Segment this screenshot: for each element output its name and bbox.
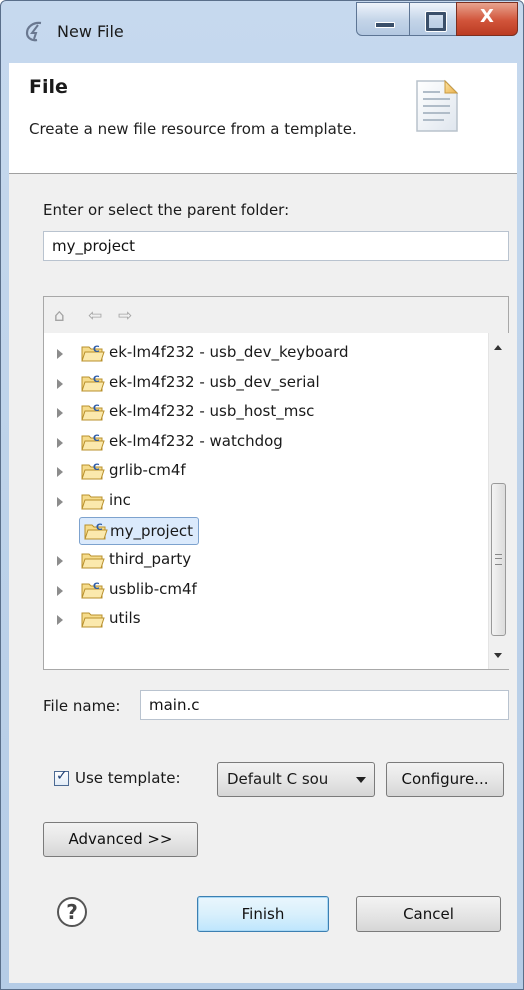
cancel-button[interactable]: Cancel (356, 896, 501, 932)
expand-arrow-icon[interactable] (57, 437, 63, 448)
help-icon[interactable]: ? (57, 897, 87, 927)
file-name-label: File name: (43, 697, 121, 715)
configure-button[interactable]: Configure... (386, 762, 504, 797)
tree-item[interactable]: ek-lm4f232 - watchdog C (44, 428, 484, 457)
folder-tree: ⌂ ⇦ ⇨ ek-lm4f232 - usb_dev_keyboard Cek-l… (43, 296, 509, 670)
project-folder-icon: C (81, 432, 105, 452)
svg-text:C: C (93, 345, 100, 355)
finish-button[interactable]: Finish (197, 896, 329, 932)
tree-item[interactable]: my_project C (44, 516, 484, 546)
tree-toolbar: ⌂ ⇦ ⇨ (44, 297, 508, 333)
minimize-icon (375, 22, 395, 28)
tree-item-label: ek-lm4f232 - usb_host_msc (109, 402, 315, 421)
tree-item[interactable]: utils (44, 605, 484, 634)
maximize-button[interactable] (409, 2, 457, 36)
scroll-thumb[interactable] (491, 483, 506, 636)
expand-arrow-icon[interactable] (57, 585, 63, 596)
tree-item-label: inc (109, 491, 131, 509)
use-template-label: Use template: (75, 769, 181, 787)
page-description: Create a new file resource from a templa… (29, 120, 357, 138)
tree-item[interactable]: ek-lm4f232 - usb_dev_keyboard C (44, 339, 484, 368)
minimize-button[interactable] (356, 2, 410, 36)
tree-item-label: ek-lm4f232 - usb_dev_keyboard (109, 343, 349, 361)
close-icon: X (480, 6, 494, 27)
chevron-down-icon (356, 777, 366, 783)
tree-item[interactable]: grlib-cm4f C (44, 457, 484, 486)
page-title: File (29, 76, 68, 98)
tree-item[interactable]: ek-lm4f232 - usb_host_msc C (44, 398, 484, 427)
eclipse-app-icon (25, 21, 42, 42)
back-icon[interactable]: ⇦ (88, 306, 102, 326)
folder-icon (81, 491, 105, 511)
svg-text:C: C (93, 463, 100, 473)
tree-item-label: third_party (109, 550, 192, 569)
project-folder-icon: C (81, 373, 105, 393)
checkmark-icon: ✓ (56, 768, 68, 784)
scroll-up-icon[interactable] (494, 345, 502, 350)
expand-arrow-icon[interactable] (57, 408, 63, 419)
advanced-button[interactable]: Advanced >> (43, 822, 198, 857)
tree-list: ek-lm4f232 - usb_dev_keyboard Cek-lm4f232… (44, 333, 488, 669)
expand-arrow-icon[interactable] (57, 349, 63, 359)
template-select[interactable]: Default C sou (217, 762, 375, 797)
project-folder-icon: C (84, 521, 108, 541)
dialog-body: File Create a new file resource from a t… (9, 63, 517, 983)
tree-item-label: usblib-cm4f (109, 579, 197, 598)
home-icon[interactable]: ⌂ (54, 306, 65, 326)
svg-text:C: C (93, 434, 100, 444)
folder-icon (81, 609, 105, 629)
tree-item-label: ek-lm4f232 - watchdog (109, 431, 283, 450)
close-button[interactable]: X (456, 2, 518, 36)
expand-arrow-icon[interactable] (57, 615, 63, 626)
project-folder-icon: C (81, 580, 105, 600)
svg-text:C: C (96, 523, 103, 533)
svg-text:C: C (93, 375, 100, 385)
template-select-value: Default C sou (227, 770, 329, 788)
wizard-header: File Create a new file resource from a t… (9, 63, 517, 174)
expand-arrow-icon[interactable] (57, 378, 63, 389)
project-folder-icon: C (81, 461, 105, 481)
grip-icon (495, 554, 502, 565)
expand-arrow-icon[interactable] (57, 467, 63, 478)
tree-item[interactable]: third_party (44, 546, 484, 575)
use-template-checkbox[interactable]: ✓ (54, 768, 69, 786)
new-file-dialog: New File X File Create a new file resour… (0, 0, 524, 990)
new-file-document-icon (416, 79, 459, 132)
tree-item[interactable]: inc (44, 487, 484, 516)
tree-item[interactable]: usblib-cm4f C (44, 576, 484, 605)
tree-item-label: grlib-cm4f (109, 461, 186, 480)
svg-text:C: C (93, 582, 100, 592)
project-folder-icon: C (81, 343, 105, 363)
title-bar[interactable]: New File X (1, 1, 523, 63)
project-folder-icon: C (81, 402, 105, 422)
file-name-input[interactable]: main.c (140, 690, 509, 720)
folder-icon (81, 550, 105, 570)
maximize-icon (426, 12, 446, 31)
tree-scrollbar[interactable] (488, 333, 509, 669)
tree-item[interactable]: ek-lm4f232 - usb_dev_serial C (44, 369, 484, 398)
expand-arrow-icon[interactable] (57, 497, 63, 507)
expand-arrow-icon[interactable] (57, 556, 63, 567)
window-title: New File (57, 22, 124, 41)
svg-text:C: C (93, 404, 100, 414)
tree-item-label: ek-lm4f232 - usb_dev_serial (109, 372, 320, 391)
forward-icon[interactable]: ⇨ (118, 306, 132, 326)
parent-folder-input[interactable]: my_project (43, 231, 509, 261)
tree-item-label: utils (109, 609, 141, 628)
parent-folder-label: Enter or select the parent folder: (43, 201, 290, 219)
scroll-down-icon[interactable] (494, 653, 502, 658)
